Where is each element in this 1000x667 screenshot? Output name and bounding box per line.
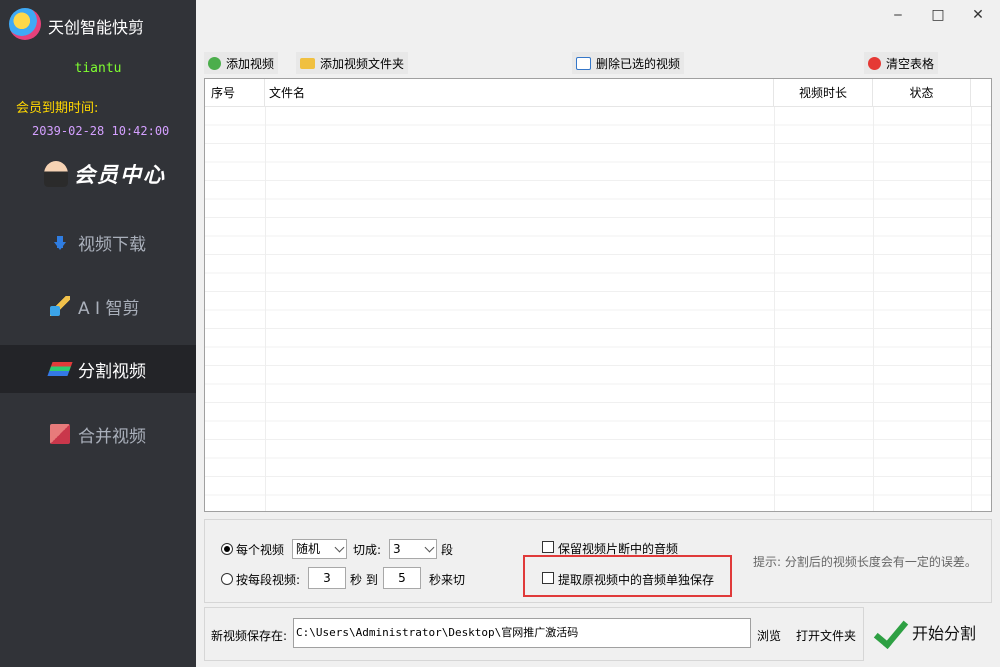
- nav-item-split-video[interactable]: 分割视频: [0, 345, 196, 393]
- to-seconds-input[interactable]: 5: [383, 567, 421, 589]
- mode-select-value: 随机: [296, 542, 321, 556]
- sec-to-label: 秒 到: [350, 573, 378, 587]
- add-video-button[interactable]: 添加视频: [204, 52, 279, 74]
- open-folder-button[interactable]: 打开文件夹: [796, 627, 856, 644]
- clear-table-button[interactable]: 清空表格: [864, 52, 939, 74]
- table-body[interactable]: [205, 107, 991, 511]
- nav-item-label: A I 智剪: [78, 298, 140, 319]
- delete-selected-button[interactable]: 删除已选的视频: [572, 52, 685, 74]
- column-header-status[interactable]: 状态: [873, 79, 971, 107]
- column-header-index[interactable]: 序号: [205, 79, 265, 107]
- sec-cut-label: 秒来切: [429, 573, 466, 587]
- nav-item-label: 视频下载: [78, 234, 146, 255]
- minimize-button[interactable]: ‒: [878, 4, 918, 26]
- sidebar: 天创智能快剪 tiantu 会员到期时间: 2039-02-28 10:42:0…: [0, 0, 196, 667]
- from-seconds-input[interactable]: 3: [308, 567, 346, 589]
- keep-audio-checkbox[interactable]: [542, 541, 554, 553]
- download-icon: [50, 232, 70, 252]
- column-header-duration[interactable]: 视频时长: [774, 79, 873, 107]
- segments-select[interactable]: 3: [389, 539, 437, 559]
- per-segment-radio[interactable]: [221, 573, 233, 585]
- expire-value: 2039-02-28 10:42:00: [32, 124, 170, 138]
- app-logo: [9, 8, 41, 40]
- add-video-label: 添加视频: [226, 56, 275, 71]
- magic-wand-icon: [50, 296, 70, 316]
- add-folder-button[interactable]: 添加视频文件夹: [296, 52, 409, 74]
- close-button[interactable]: ✕: [958, 4, 998, 26]
- checkmark-icon: [872, 615, 902, 649]
- member-center-button[interactable]: 会员中心: [44, 158, 166, 190]
- merge-icon: [50, 424, 70, 444]
- nav-item-label: 分割视频: [78, 361, 146, 382]
- split-icon: [47, 362, 73, 376]
- cut-label: 切成:: [353, 543, 382, 557]
- hint-text: 提示: 分割后的视频长度会有一定的误差。: [753, 555, 977, 569]
- column-header-blank: [971, 79, 991, 107]
- nav-item-merge-video[interactable]: 合并视频: [0, 410, 196, 458]
- maximize-button[interactable]: □: [918, 4, 958, 26]
- extract-audio-label: 提取原视频中的音频单独保存: [558, 573, 715, 587]
- clear-x-icon: [868, 56, 881, 70]
- delete-window-icon: [576, 56, 591, 70]
- chevron-down-icon: [424, 542, 435, 553]
- per-segment-label: 按每段视频:: [236, 573, 301, 587]
- per-video-label: 每个视频: [236, 543, 285, 557]
- app-title: 天创智能快剪: [48, 18, 145, 37]
- options-panel: 每个视频 随机 切成: 3 段 按每段视频: 3 秒 到 5 秒来切 保留视频片…: [204, 519, 992, 603]
- extract-audio-checkbox[interactable]: [542, 572, 554, 584]
- segments-unit: 段: [441, 543, 454, 557]
- column-header-filename[interactable]: 文件名: [265, 79, 774, 107]
- save-path-label: 新视频保存在:: [211, 629, 288, 643]
- start-split-label: 开始分割: [912, 624, 977, 643]
- username: tiantu: [74, 61, 122, 76]
- member-avatar-icon: [44, 161, 68, 187]
- mode-select[interactable]: 随机: [292, 539, 347, 559]
- add-folder-label: 添加视频文件夹: [320, 56, 405, 71]
- member-center-label: 会员中心: [74, 162, 166, 187]
- nav-item-label: 合并视频: [78, 426, 146, 447]
- browse-button[interactable]: 浏览: [757, 627, 781, 644]
- file-table[interactable]: 序号 文件名 视频时长 状态: [204, 78, 992, 512]
- per-video-radio[interactable]: [221, 543, 233, 555]
- clear-table-label: 清空表格: [886, 56, 935, 71]
- start-split-button[interactable]: 开始分割: [866, 603, 992, 661]
- table-header: 序号 文件名 视频时长 状态: [205, 79, 991, 107]
- chevron-down-icon: [334, 542, 345, 553]
- nav-item-ai-cut[interactable]: A I 智剪: [0, 282, 196, 330]
- expire-label: 会员到期时间:: [16, 101, 99, 116]
- add-circle-icon: [208, 56, 221, 70]
- folder-icon: [300, 57, 315, 69]
- delete-selected-label: 删除已选的视频: [596, 56, 681, 71]
- save-path-input[interactable]: C:\Users\Administrator\Desktop\官网推广激活码: [293, 618, 751, 648]
- save-panel: 新视频保存在: C:\Users\Administrator\Desktop\官…: [204, 607, 864, 661]
- segments-select-value: 3: [393, 542, 401, 556]
- nav-item-video-download[interactable]: 视频下载: [0, 218, 196, 266]
